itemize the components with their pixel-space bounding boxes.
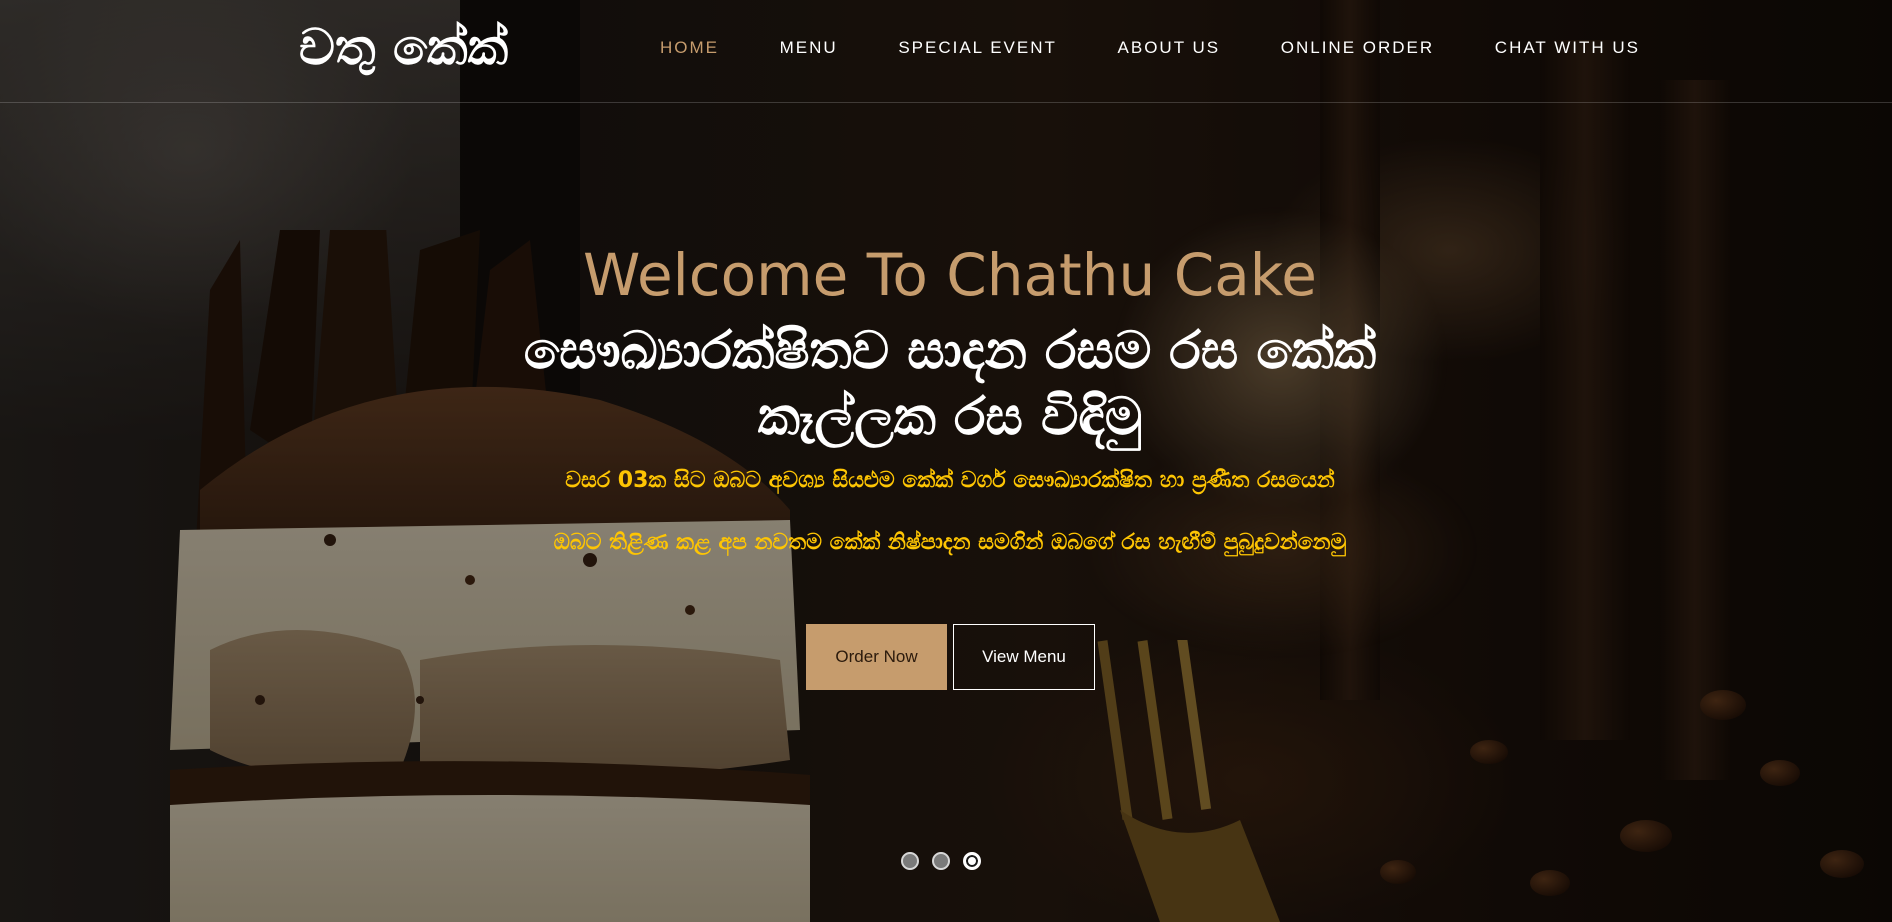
- nav-item-special-event[interactable]: SPECIAL EVENT: [898, 30, 1057, 66]
- site-header: චතු කේක් HOME MENU SPECIAL EVENT ABOUT U…: [0, 0, 1892, 103]
- nav-item-about-us[interactable]: ABOUT US: [1118, 30, 1221, 66]
- order-now-button[interactable]: Order Now: [806, 624, 947, 690]
- carousel-dot-3[interactable]: [963, 852, 981, 870]
- nav-item-online-order[interactable]: ONLINE ORDER: [1281, 30, 1434, 66]
- hero-content: Welcome To Chathu Cake සෞඛ්‍යාරක්ෂිතව සා…: [430, 232, 1470, 558]
- hero-buttons: Order Now View Menu: [806, 624, 1095, 690]
- view-menu-button[interactable]: View Menu: [953, 624, 1095, 690]
- carousel-dot-2[interactable]: [932, 852, 950, 870]
- carousel-indicators: [901, 852, 981, 870]
- main-nav: HOME MENU SPECIAL EVENT ABOUT US ONLINE …: [660, 0, 1640, 96]
- hero-heading: සෞඛ්‍යාරක්ෂිතව සාදන රසම රස කේක් කෑල්ලක ර…: [523, 321, 1377, 447]
- carousel-dot-1[interactable]: [901, 852, 919, 870]
- site-logo[interactable]: චතු කේක්: [299, 14, 508, 80]
- hero-subtext-line-1: වසර 03ක සිට ඔබට අවශ්‍ය සියළුම කේක් වර්ග …: [565, 468, 1335, 493]
- nav-item-chat-with-us[interactable]: CHAT WITH US: [1495, 30, 1640, 66]
- nav-item-home[interactable]: HOME: [660, 30, 719, 66]
- hero-subtext-line-2: ඔබට තිළිණ කළ අප නවතම කේක් නිෂ්පාදන සමගින…: [553, 530, 1347, 555]
- hero-welcome-title: Welcome To Chathu Cake: [583, 241, 1317, 309]
- nav-item-menu[interactable]: MENU: [780, 30, 838, 66]
